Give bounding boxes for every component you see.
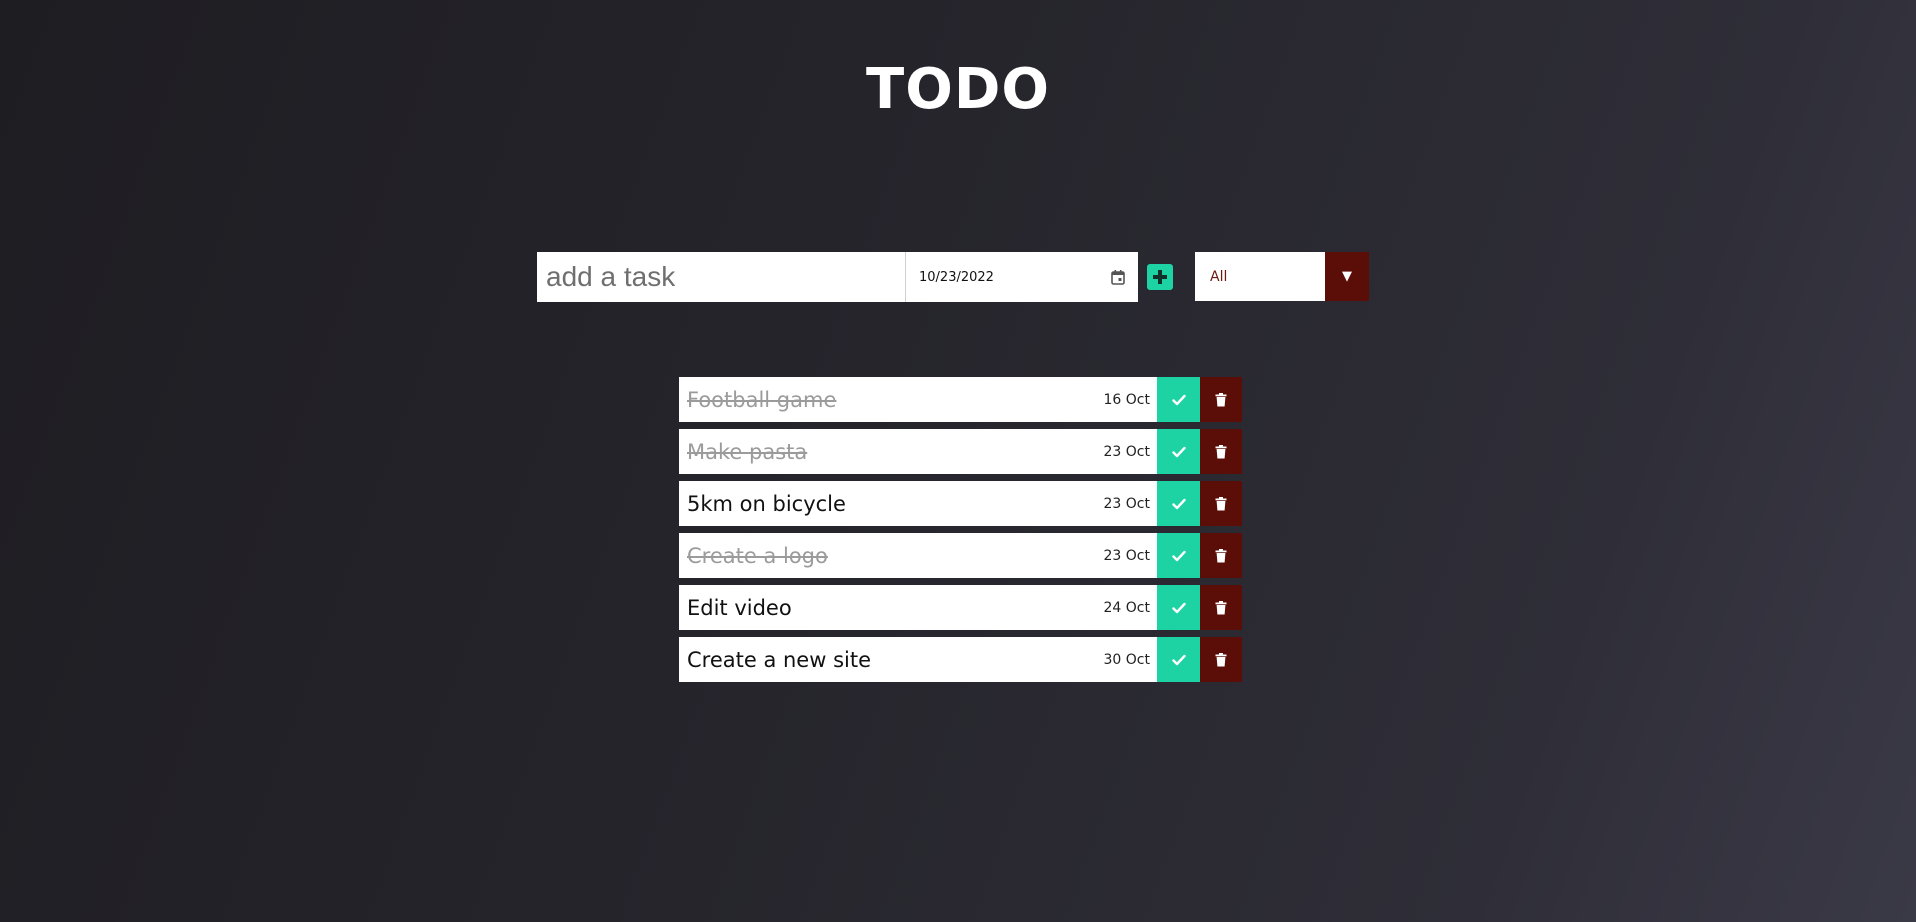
- add-task-form: 10/23/2022: [537, 252, 1173, 302]
- todo-date: 23 Oct: [1103, 495, 1150, 512]
- todo-text: Edit video: [687, 595, 792, 620]
- filter-selected-value[interactable]: All: [1195, 252, 1325, 301]
- todo-body: Create a logo 23 Oct: [679, 533, 1157, 578]
- todo-text: 5km on bicycle: [687, 491, 846, 516]
- complete-button[interactable]: [1157, 481, 1200, 526]
- todo-date: 23 Oct: [1103, 547, 1150, 564]
- complete-button[interactable]: [1157, 377, 1200, 422]
- delete-button[interactable]: [1200, 533, 1242, 578]
- delete-button[interactable]: [1200, 585, 1242, 630]
- trash-icon: [1215, 600, 1227, 614]
- trash-icon: [1215, 444, 1227, 458]
- todo-item: 5km on bicycle 23 Oct: [679, 481, 1242, 526]
- complete-button[interactable]: [1157, 585, 1200, 630]
- check-icon: [1171, 602, 1186, 613]
- trash-icon: [1215, 548, 1227, 562]
- page-title: TODO: [866, 57, 1050, 122]
- todo-item: Football game 16 Oct: [679, 377, 1242, 422]
- delete-button[interactable]: [1200, 377, 1242, 422]
- todo-text: Create a logo: [687, 543, 828, 568]
- caret-down-icon[interactable]: ▼: [1325, 252, 1369, 301]
- todo-item: Create a new site 30 Oct: [679, 637, 1242, 682]
- todo-date: 23 Oct: [1103, 443, 1150, 460]
- trash-icon: [1215, 496, 1227, 510]
- todo-text: Football game: [687, 387, 837, 412]
- todo-item: Create a logo 23 Oct: [679, 533, 1242, 578]
- task-input[interactable]: [537, 252, 906, 302]
- check-icon: [1171, 394, 1186, 405]
- todo-body: Make pasta 23 Oct: [679, 429, 1157, 474]
- trash-icon: [1215, 392, 1227, 406]
- todo-list: Football game 16 Oct Make pasta 23 Oct 5…: [679, 377, 1242, 689]
- todo-date: 30 Oct: [1103, 651, 1150, 668]
- todo-text: Make pasta: [687, 439, 808, 464]
- filter-select[interactable]: All ▼: [1195, 252, 1369, 301]
- add-task-button[interactable]: [1147, 264, 1173, 290]
- delete-button[interactable]: [1200, 637, 1242, 682]
- delete-button[interactable]: [1200, 429, 1242, 474]
- check-icon: [1171, 446, 1186, 457]
- todo-text: Create a new site: [687, 647, 872, 672]
- date-value: 10/23/2022: [919, 269, 994, 285]
- todo-body: Create a new site 30 Oct: [679, 637, 1157, 682]
- todo-date: 16 Oct: [1103, 391, 1150, 408]
- todo-body: Football game 16 Oct: [679, 377, 1157, 422]
- todo-body: 5km on bicycle 23 Oct: [679, 481, 1157, 526]
- calendar-icon[interactable]: [1108, 267, 1128, 287]
- check-icon: [1171, 654, 1186, 665]
- delete-button[interactable]: [1200, 481, 1242, 526]
- check-icon: [1171, 550, 1186, 561]
- complete-button[interactable]: [1157, 429, 1200, 474]
- complete-button[interactable]: [1157, 533, 1200, 578]
- todo-item: Make pasta 23 Oct: [679, 429, 1242, 474]
- todo-body: Edit video 24 Oct: [679, 585, 1157, 630]
- complete-button[interactable]: [1157, 637, 1200, 682]
- trash-icon: [1215, 652, 1227, 666]
- date-input[interactable]: 10/23/2022: [906, 252, 1138, 302]
- todo-date: 24 Oct: [1103, 599, 1150, 616]
- plus-icon: [1153, 270, 1167, 284]
- todo-item: Edit video 24 Oct: [679, 585, 1242, 630]
- check-icon: [1171, 498, 1186, 509]
